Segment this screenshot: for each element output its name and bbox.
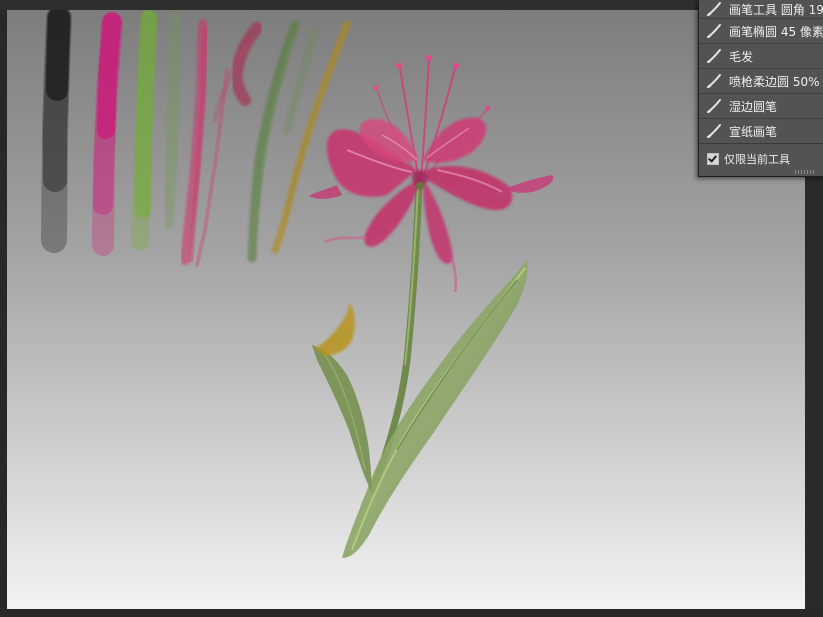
window-bottom-edge (0, 609, 823, 617)
document-canvas[interactable] (7, 10, 805, 609)
preset-item-wet-edge[interactable]: 湿边圆笔 (699, 94, 823, 119)
preset-label: 喷枪柔边圆 50% 1 (729, 74, 823, 89)
brush-icon (707, 49, 721, 63)
brush-icon (707, 99, 721, 113)
brush-icon (707, 124, 721, 138)
painting (41, 10, 554, 558)
panel-resize-grip[interactable] (795, 170, 815, 174)
long-leaf (342, 260, 528, 558)
preset-item-airbrush-soft[interactable]: 喷枪柔边圆 50% 1 (699, 69, 823, 94)
tool-preset-panel: 画笔工具 圆角 19 画笔椭圆 45 像素 毛发 喷枪柔边圆 50% 1 湿边圆… (698, 0, 823, 177)
preset-label: 毛发 (729, 49, 754, 64)
preset-item-brush-round[interactable]: 画笔工具 圆角 19 (699, 0, 823, 19)
preset-label: 画笔工具 圆角 19 (729, 2, 823, 17)
preset-label: 画笔椭圆 45 像素 (729, 24, 823, 39)
lily-flower (309, 55, 554, 293)
stroke-sage (160, 11, 184, 229)
preset-item-hair[interactable]: 毛发 (699, 44, 823, 69)
preset-item-brush-ellipse[interactable]: 画笔椭圆 45 像素 (699, 19, 823, 44)
panel-divider (699, 143, 823, 144)
only-current-tool-checkbox[interactable] (707, 153, 719, 165)
preset-label: 湿边圆笔 (729, 99, 778, 114)
brush-test-strokes (41, 10, 351, 267)
brush-icon (707, 24, 721, 38)
brush-icon (707, 74, 721, 88)
preset-label: 宣纸画笔 (729, 124, 778, 139)
tool-preset-list: 画笔工具 圆角 19 画笔椭圆 45 像素 毛发 喷枪柔边圆 50% 1 湿边圆… (699, 0, 823, 144)
brush-icon (707, 2, 721, 16)
only-current-tool-option[interactable]: 仅限当前工具 (707, 151, 790, 167)
stroke-olive-green (247, 20, 300, 263)
short-leaf (312, 302, 372, 490)
preset-item-rice-paper[interactable]: 宣纸画笔 (699, 119, 823, 144)
only-current-tool-label: 仅限当前工具 (724, 153, 790, 166)
